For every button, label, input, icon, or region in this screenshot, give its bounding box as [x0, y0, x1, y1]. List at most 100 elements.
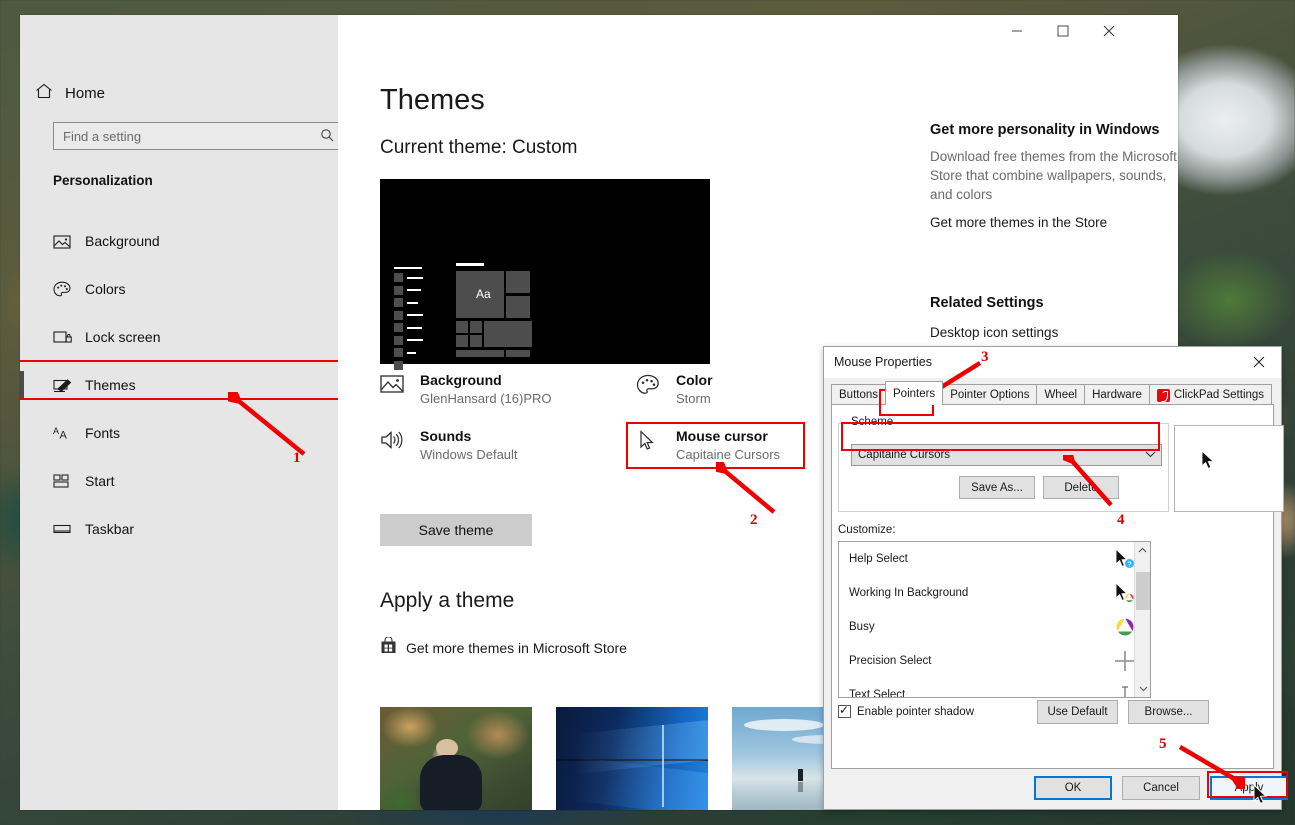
close-button[interactable]: [1086, 15, 1132, 47]
list-item[interactable]: Working In Background: [839, 576, 1150, 610]
sounds-detail[interactable]: Sounds Windows Default: [380, 428, 518, 462]
use-default-button[interactable]: Use Default: [1037, 700, 1118, 724]
right-column: Get more personality in Windows Download…: [930, 122, 1178, 230]
color-detail[interactable]: Color Storm: [636, 372, 713, 406]
right-column-store-link[interactable]: Get more themes in the Store: [930, 215, 1178, 230]
store-themes-link[interactable]: Get more themes in Microsoft Store: [380, 636, 627, 658]
tab-hardware[interactable]: Hardware: [1084, 384, 1150, 405]
theme-preview[interactable]: Aa: [380, 179, 710, 370]
sidebar: Home Personalization Background Colors: [20, 15, 344, 810]
annotation-number-1: 1: [293, 450, 301, 466]
cancel-button[interactable]: Cancel: [1122, 776, 1200, 800]
theme-thumbnail-custom[interactable]: [380, 707, 532, 810]
tab-clickpad-settings-label: ClickPad Settings: [1173, 389, 1265, 401]
annotation-number-4: 4: [1117, 512, 1125, 528]
lockscreen-icon: [53, 330, 85, 345]
clickpad-icon: [1156, 388, 1170, 402]
sidebar-item-colors[interactable]: Colors: [20, 269, 338, 309]
cursor-row-label: Working In Background: [849, 587, 969, 599]
palette-icon: [636, 372, 676, 406]
home-icon: [35, 83, 65, 104]
svg-text:?: ?: [1127, 560, 1132, 569]
scheme-dropdown[interactable]: Capitaine Cursors: [851, 444, 1162, 466]
sounds-detail-value: Windows Default: [420, 447, 518, 462]
tab-clickpad-settings[interactable]: ClickPad Settings: [1148, 384, 1273, 405]
start-icon: [53, 474, 85, 488]
close-icon[interactable]: [1237, 347, 1281, 377]
fonts-icon: AA: [53, 425, 85, 441]
sidebar-item-start[interactable]: Start: [20, 461, 338, 501]
sidebar-item-lock-screen[interactable]: Lock screen: [20, 317, 338, 357]
scrollbar-thumb[interactable]: [1136, 572, 1150, 610]
sidebar-section-heading: Personalization: [53, 173, 153, 188]
sidebar-item-background[interactable]: Background: [20, 221, 338, 261]
save-as-button[interactable]: Save As...: [959, 476, 1035, 499]
search-box[interactable]: [53, 122, 341, 150]
palette-icon: [53, 281, 85, 298]
ok-button[interactable]: OK: [1034, 776, 1112, 800]
tab-wheel-label: Wheel: [1044, 389, 1078, 401]
list-item[interactable]: Text Select: [839, 678, 1150, 698]
sidebar-item-themes-label: Themes: [85, 377, 136, 393]
scheme-dropdown-value: Capitaine Cursors: [858, 449, 951, 461]
desktop-icon-settings-link[interactable]: Desktop icon settings: [930, 325, 1058, 340]
sidebar-item-taskbar[interactable]: Taskbar: [20, 509, 338, 549]
list-item[interactable]: Precision Select: [839, 644, 1150, 678]
search-input[interactable]: [54, 128, 314, 144]
sidebar-item-fonts[interactable]: AA Fonts: [20, 413, 338, 453]
minimize-button[interactable]: [994, 15, 1040, 47]
annotation-number-3: 3: [981, 349, 989, 365]
mouse-cursor-detail[interactable]: Mouse cursor Capitaine Cursors: [636, 428, 780, 462]
color-detail-name: Color: [676, 372, 713, 388]
mouse-dialog-titlebar: Mouse Properties: [824, 347, 1281, 378]
speaker-icon: [380, 428, 420, 462]
chevron-down-icon[interactable]: [1135, 681, 1150, 697]
svg-text:A: A: [60, 430, 68, 442]
theme-preview-aa-text: Aa: [476, 287, 491, 301]
chevron-up-icon[interactable]: [1135, 542, 1150, 558]
delete-button[interactable]: Delete: [1043, 476, 1119, 499]
theme-thumbnail-windows[interactable]: [556, 707, 708, 810]
sidebar-item-lock-screen-label: Lock screen: [85, 329, 161, 345]
list-item[interactable]: Busy: [839, 610, 1150, 644]
current-theme-label: Current theme: Custom: [380, 137, 578, 158]
cursor-row-label: Text Select: [849, 689, 906, 698]
sidebar-item-home[interactable]: Home: [20, 73, 338, 113]
annotation-number-5: 5: [1159, 736, 1167, 752]
maximize-button[interactable]: [1040, 15, 1086, 47]
sounds-detail-name: Sounds: [420, 428, 472, 444]
background-detail[interactable]: Background GlenHansard (16)PRO: [380, 372, 552, 406]
browse-button[interactable]: Browse...: [1128, 700, 1209, 724]
mouse-cursor-detail-value: Capitaine Cursors: [676, 447, 781, 462]
sidebar-item-colors-label: Colors: [85, 281, 126, 297]
checkbox-icon[interactable]: [838, 703, 851, 718]
mouse-pointer-icon: [1253, 783, 1269, 813]
search-icon[interactable]: [314, 128, 340, 145]
enable-pointer-shadow-checkbox[interactable]: Enable pointer shadow: [838, 703, 974, 718]
apply-button[interactable]: Apply: [1210, 776, 1288, 800]
sidebar-item-themes[interactable]: Themes: [20, 365, 338, 405]
list-item[interactable]: Help Select ?: [839, 542, 1150, 576]
pointers-tab-page: Scheme Capitaine Cursors Save As... Dele…: [831, 404, 1284, 769]
sidebar-item-fonts-label: Fonts: [85, 425, 121, 441]
theme-preview-list: [394, 267, 423, 373]
mouse-properties-dialog: Mouse Properties Buttons Pointers Pointe…: [823, 346, 1288, 810]
theme-preview-start-menu: [456, 263, 532, 357]
related-settings-heading: Related Settings: [930, 295, 1044, 311]
tab-pointer-options[interactable]: Pointer Options: [942, 384, 1038, 405]
mouse-dialog-tabstrip: Buttons Pointers Pointer Options Wheel H…: [831, 381, 1273, 405]
background-detail-name: Background: [420, 372, 502, 388]
background-detail-value: GlenHansard (16)PRO: [420, 391, 552, 406]
picture-icon: [380, 372, 420, 406]
tab-pointer-options-label: Pointer Options: [950, 389, 1030, 401]
tab-pointers[interactable]: Pointers: [885, 381, 944, 405]
tab-buttons[interactable]: Buttons: [831, 384, 886, 405]
save-theme-button[interactable]: Save theme: [380, 514, 532, 546]
page-title: Themes: [380, 84, 485, 116]
cursor-list-scrollbar[interactable]: [1134, 542, 1150, 697]
right-column-description: Download free themes from the Microsoft …: [930, 149, 1177, 202]
color-detail-value: Storm: [676, 391, 711, 406]
cursor-customize-list[interactable]: Help Select ? Working In Background Busy: [838, 541, 1151, 698]
apply-theme-heading: Apply a theme: [380, 589, 515, 612]
tab-wheel[interactable]: Wheel: [1036, 384, 1086, 405]
